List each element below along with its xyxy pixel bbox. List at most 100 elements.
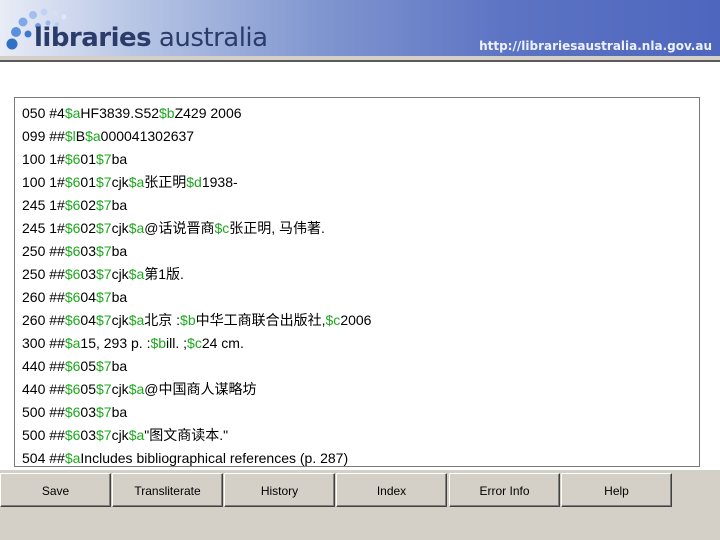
subfield-code: $a xyxy=(64,105,81,121)
field-text: 03 xyxy=(80,427,96,443)
subfield-code: $a xyxy=(64,335,81,351)
marc-field-line: 245 1#$602$7ba xyxy=(22,194,127,217)
field-text: 03 xyxy=(80,404,96,420)
subfield-code: $a xyxy=(128,220,145,236)
subfield-code: $7 xyxy=(95,312,112,328)
subfield-code: $6 xyxy=(64,358,81,374)
marc-field-line: 260 ##$604$7ba xyxy=(22,286,127,309)
field-text: 500 ## xyxy=(22,427,65,443)
field-text: 03 xyxy=(80,266,96,282)
subfield-code: $b xyxy=(150,335,167,351)
subfield-code: $7 xyxy=(95,266,112,282)
error-info-button[interactable]: Error Info xyxy=(449,473,560,507)
field-text: ba xyxy=(111,358,128,374)
field-text: 245 1# xyxy=(22,197,65,213)
field-text: cjk xyxy=(111,427,129,443)
field-text: Z429 2006 xyxy=(174,105,242,121)
field-text: 中华工商联合出版社, xyxy=(195,312,326,328)
field-text: 100 1# xyxy=(22,151,65,167)
field-text: 05 xyxy=(80,358,96,374)
subfield-code: $7 xyxy=(95,381,112,397)
field-text: 440 ## xyxy=(22,358,65,374)
field-text: 099 ## xyxy=(22,128,65,144)
subfield-code: $6 xyxy=(64,427,81,443)
help-button[interactable]: Help xyxy=(561,473,672,507)
subfield-code: $7 xyxy=(95,427,112,443)
site-url: http://librariesaustralia.nla.gov.au xyxy=(479,39,712,53)
marc-field-line: 440 ##$605$7ba xyxy=(22,355,127,378)
field-text: Includes bibliographical references (p. … xyxy=(80,450,349,466)
subfield-code: $b xyxy=(159,105,175,121)
field-text: 260 ## xyxy=(22,289,65,305)
subfield-code: $d xyxy=(186,174,202,190)
field-text: 15, 293 p. : xyxy=(80,335,151,351)
subfield-code: $6 xyxy=(64,404,81,420)
field-text: 02 xyxy=(80,220,96,236)
field-text: cjk xyxy=(111,174,129,190)
subfield-code: $a xyxy=(128,381,145,397)
field-text: 北京 : xyxy=(144,312,181,328)
field-text: cjk xyxy=(111,312,129,328)
field-text: @话说晋商 xyxy=(144,220,215,236)
field-text: 245 1# xyxy=(22,220,65,236)
field-text: 504 ## xyxy=(22,450,65,466)
field-text: 第1版. xyxy=(144,266,184,282)
subfield-code: $6 xyxy=(64,266,81,282)
subfield-code: $7 xyxy=(95,151,112,167)
field-text: HF3839.S52 xyxy=(80,105,160,121)
marc-field-line: 440 ##$605$7cjk$a@中国商人谋略坊 xyxy=(22,378,256,401)
subfield-code: $a xyxy=(128,174,145,190)
history-button[interactable]: History xyxy=(224,473,335,507)
field-text: 02 xyxy=(80,197,96,213)
field-text: 张正明 xyxy=(144,174,187,190)
subfield-code: $6 xyxy=(64,312,81,328)
save-button[interactable]: Save xyxy=(0,473,111,507)
subfield-code: $6 xyxy=(64,151,81,167)
field-text: 300 ## xyxy=(22,335,65,351)
field-text: 1938- xyxy=(201,174,238,190)
subfield-code: $6 xyxy=(64,381,81,397)
field-text: 03 xyxy=(80,243,96,259)
subfield-code: $a xyxy=(85,128,101,144)
field-text: 张正明, 马伟著. xyxy=(229,220,325,236)
logo-word-australia: australia xyxy=(151,23,268,53)
field-text: 440 ## xyxy=(22,381,65,397)
index-button[interactable]: Index xyxy=(336,473,447,507)
field-text: 2006 xyxy=(340,312,372,328)
field-text: ba xyxy=(111,243,128,259)
subfield-code: $6 xyxy=(64,197,81,213)
transliterate-button[interactable]: Transliterate xyxy=(112,473,223,507)
field-text: 260 ## xyxy=(22,312,65,328)
marc-field-line: 260 ##$604$7cjk$a北京 :$b中华工商联合出版社,$c2006 xyxy=(22,309,371,332)
subfield-code: $b xyxy=(180,312,196,328)
field-text: @中国商人谋略坊 xyxy=(144,381,257,397)
field-text: 04 xyxy=(80,312,96,328)
field-text: ill. ; xyxy=(166,335,188,351)
field-text: 01 xyxy=(80,174,96,190)
subfield-code: $6 xyxy=(64,243,81,259)
subfield-code: $7 xyxy=(95,197,112,213)
marc-field-line: 504 ##$aIncludes bibliographical referen… xyxy=(22,447,349,466)
marc-field-line: 050 #4$aHF3839.S52$bZ429 2006 xyxy=(22,102,242,125)
field-text: 100 1# xyxy=(22,174,65,190)
marc-field-line: 500 ##$603$7ba xyxy=(22,401,127,424)
marc-field-line: 250 ##$603$7cjk$a第1版. xyxy=(22,263,184,286)
marc-record-pane[interactable]: 050 #4$aHF3839.S52$bZ429 2006 099 ##$lB$a… xyxy=(14,97,700,467)
subfield-code: $a xyxy=(128,266,145,282)
field-text: ba xyxy=(111,197,128,213)
field-text: 000041302637 xyxy=(100,128,195,144)
field-text: 500 ## xyxy=(22,404,65,420)
subfield-code: $c xyxy=(325,312,341,328)
subfield-code: $6 xyxy=(64,174,81,190)
subfield-code: $6 xyxy=(64,220,81,236)
field-text: ba xyxy=(111,289,128,305)
marc-field-line: 100 1#$601$7ba xyxy=(22,148,127,171)
subfield-code: $7 xyxy=(95,220,112,236)
field-text: ba xyxy=(111,404,128,420)
marc-field-line: 300 ##$a15, 293 p. :$bill. ;$c24 cm. xyxy=(22,332,244,355)
field-text: cjk xyxy=(111,266,129,282)
subfield-code: $a xyxy=(64,450,81,466)
field-text: 250 ## xyxy=(22,266,65,282)
marc-field-line: 245 1#$602$7cjk$a@话说晋商$c张正明, 马伟著. xyxy=(22,217,325,240)
subfield-code: $7 xyxy=(95,404,112,420)
